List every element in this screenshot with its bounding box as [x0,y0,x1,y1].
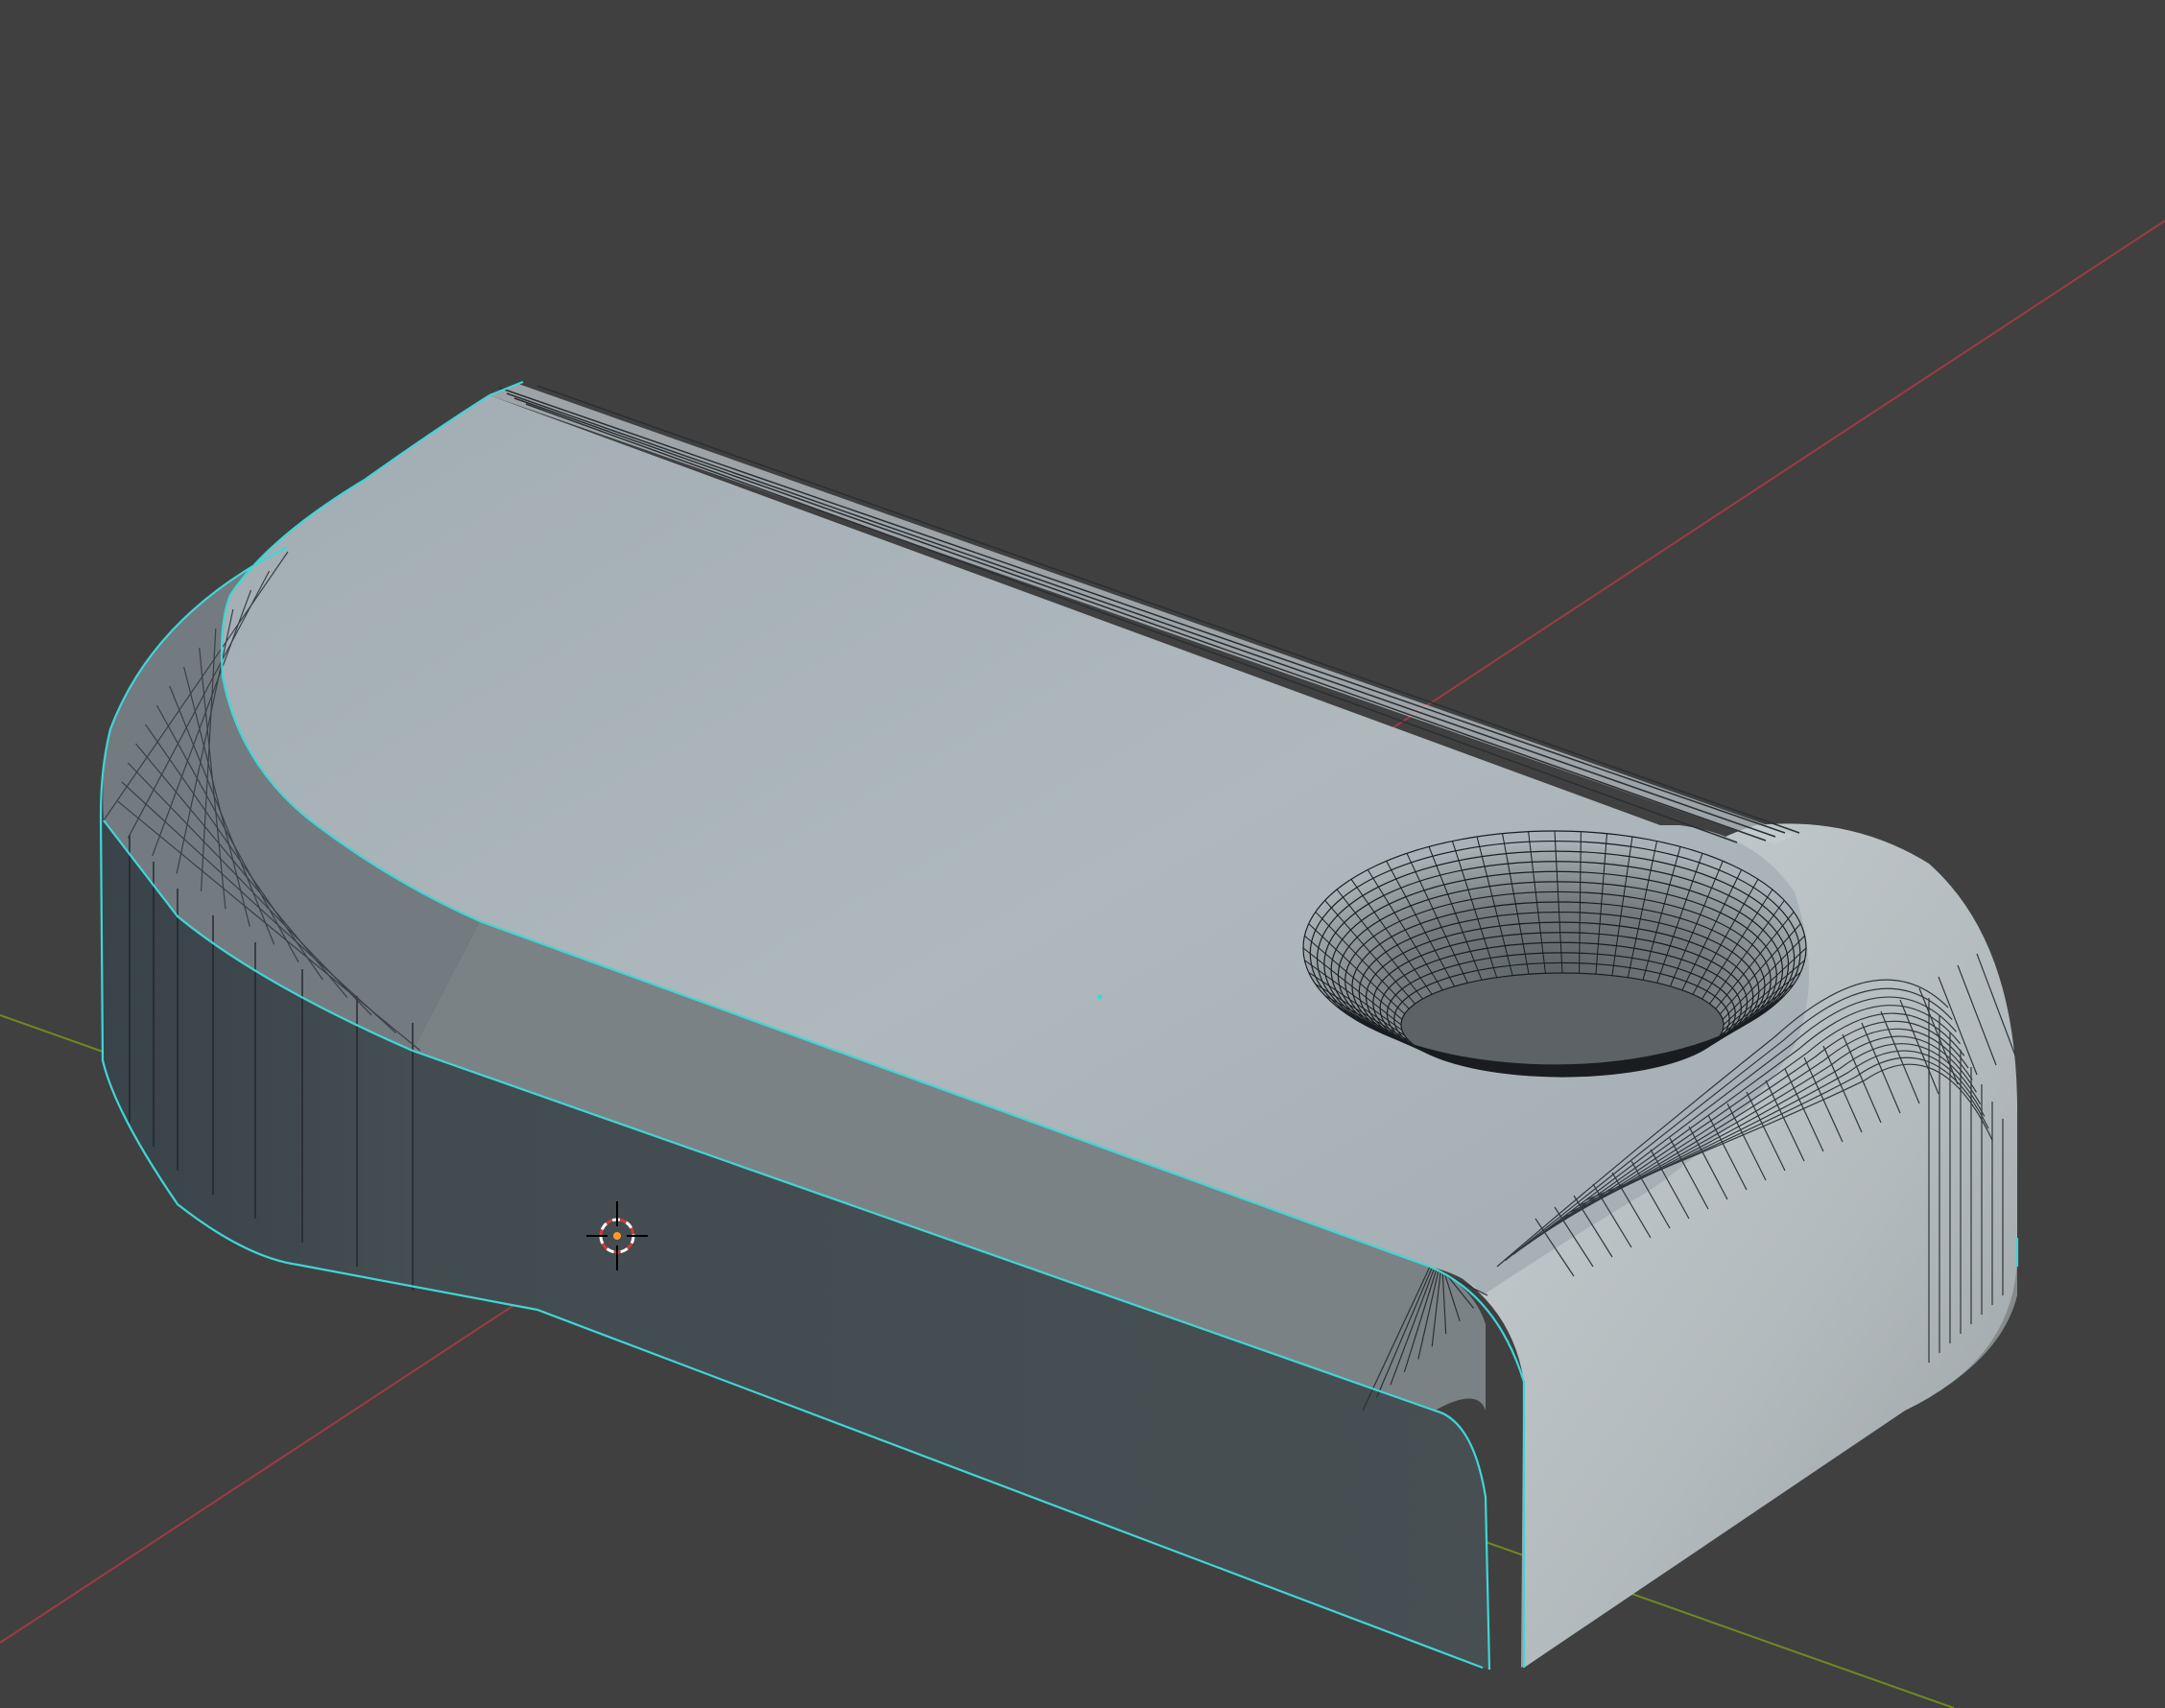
mesh-object[interactable] [99,380,2019,1671]
object-origin-dot[interactable] [1097,994,1103,1000]
3d-viewport[interactable] [0,0,2165,1708]
